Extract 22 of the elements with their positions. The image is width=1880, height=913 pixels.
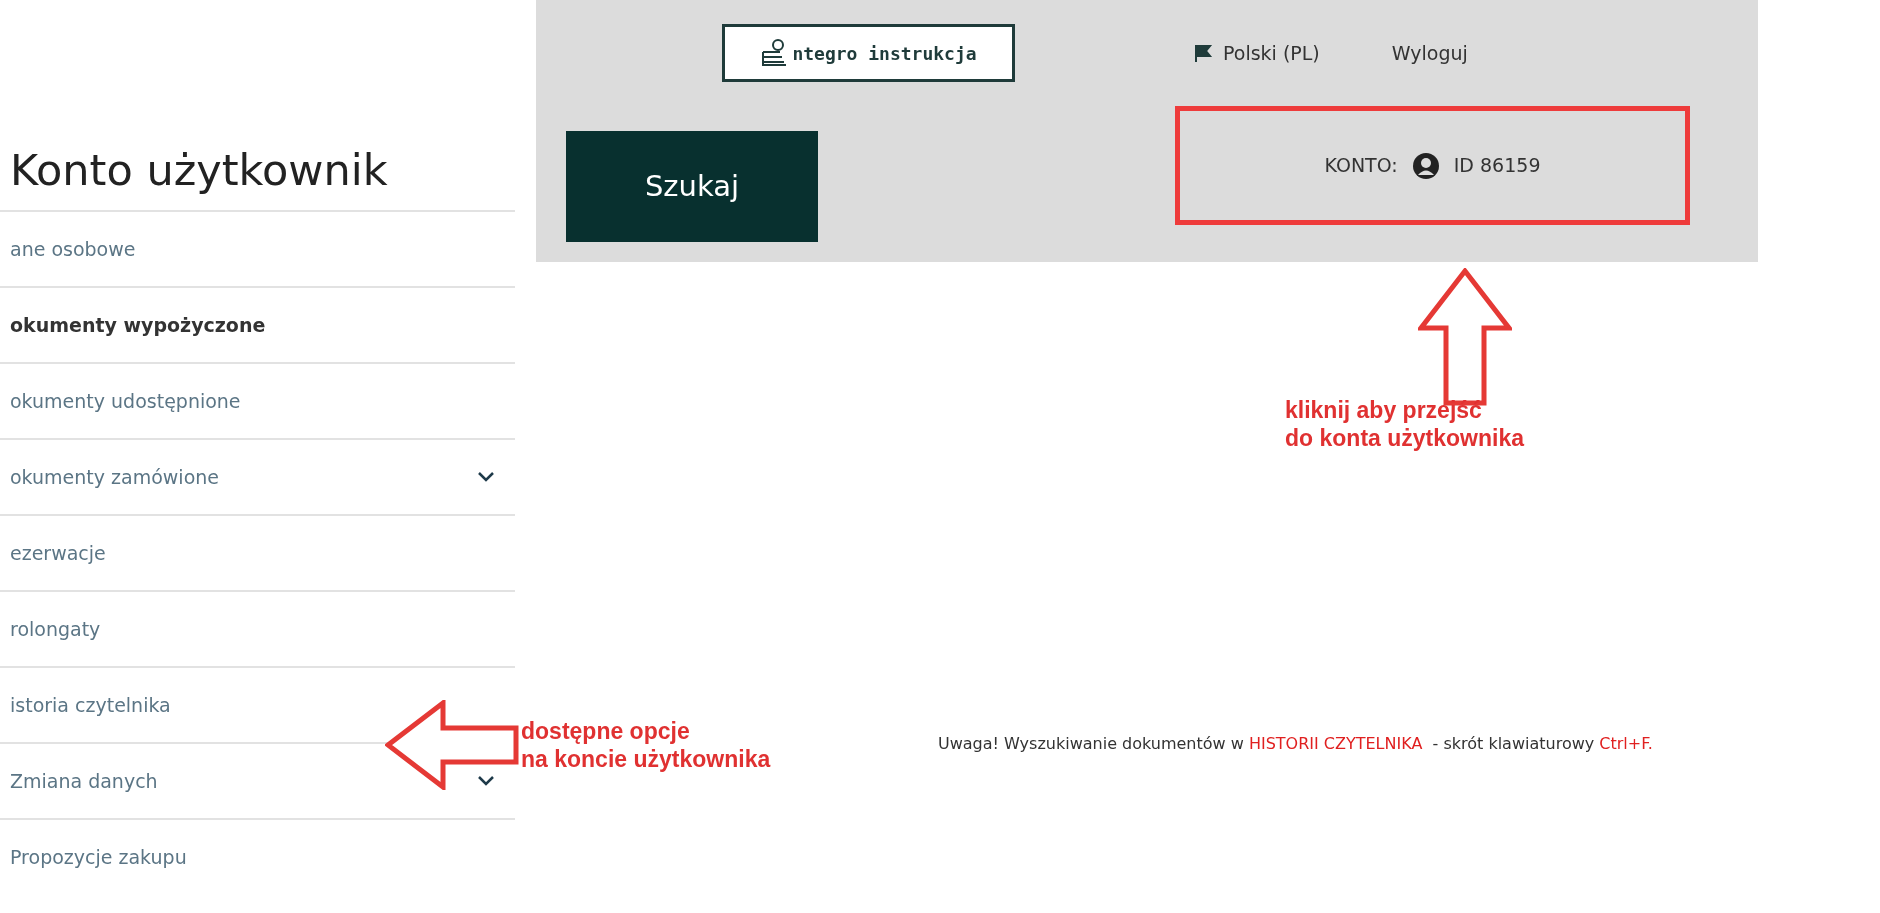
sidebar-item[interactable]: okumenty wypożyczone	[0, 286, 515, 362]
logout-link[interactable]: Wyloguj	[1391, 38, 1468, 68]
left-arrow-icon	[385, 700, 519, 790]
sidebar-item[interactable]: okumenty zamówione	[0, 438, 515, 514]
logo[interactable]: ntegro instrukcja	[722, 24, 1015, 82]
page-title: Konto użytkownik	[9, 144, 389, 197]
sidebar-item[interactable]: ezerwacje	[0, 514, 515, 590]
flag-icon	[1193, 43, 1213, 63]
account-id-link[interactable]: ID 86159	[1453, 151, 1541, 180]
chevron-down-icon	[477, 775, 495, 787]
sidebar-item[interactable]: rolongaty	[0, 590, 515, 666]
language-link[interactable]: Polski (PL)	[1223, 38, 1320, 68]
annotation-text: dostępne opcje na koncie użytkownika	[521, 717, 771, 773]
search-button[interactable]: Szukaj	[566, 131, 818, 242]
chevron-down-icon	[477, 471, 495, 483]
account-label: KONTO:	[1324, 153, 1398, 179]
annotation-text: kliknij aby przejść do konta użytkownika	[1285, 396, 1524, 452]
sidebar-item[interactable]: Propozycje zakupu	[0, 818, 515, 894]
user-icon[interactable]	[1411, 151, 1440, 180]
sidebar-item[interactable]: ane osobowe	[0, 210, 515, 286]
sidebar-item[interactable]: okumenty udostępnione	[0, 362, 515, 438]
notice-text: Uwaga! Wyszukiwanie dokumentów w HISTORII CZYTELNIKA - skrót klawiaturowy Ctrl+F.	[938, 733, 1654, 755]
